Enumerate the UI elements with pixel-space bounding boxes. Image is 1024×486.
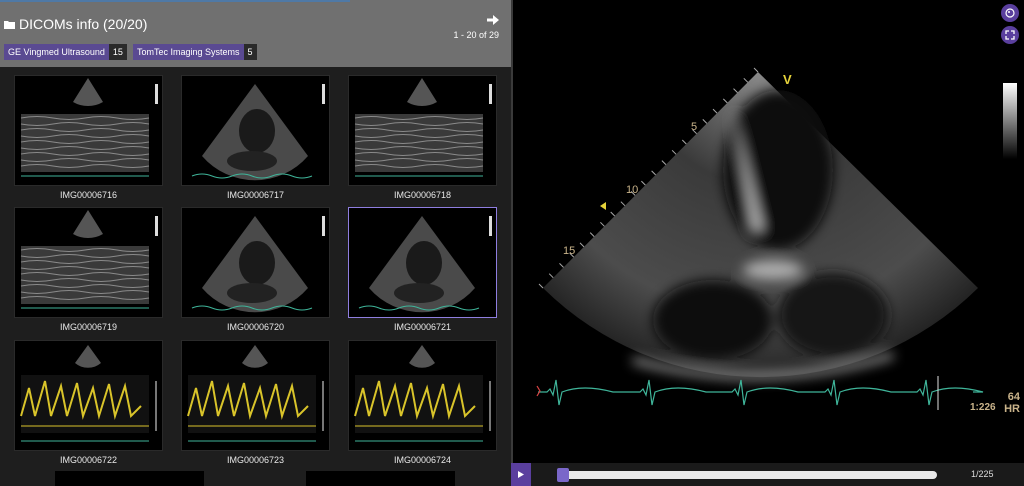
thumbnail-graphic — [20, 78, 158, 177]
page-title: DICOMs info (20/20) — [4, 16, 147, 32]
thumbnail-IMG00006723[interactable]: IMG00006723 — [181, 340, 330, 465]
filter-chip-label: GE Vingmed Ultrasound — [4, 44, 109, 60]
fullscreen-button[interactable] — [1001, 26, 1019, 44]
thumbnail-graphic — [20, 210, 158, 309]
thumbnail-image — [348, 340, 497, 451]
expand-icon — [1005, 30, 1015, 40]
thumbnail-caption: IMG00006718 — [393, 190, 452, 200]
folder-icon — [4, 20, 15, 29]
thumbnail-graphic — [354, 345, 491, 442]
thumbnail-IMG00006719[interactable]: IMG00006719 — [14, 207, 163, 332]
play-button[interactable] — [511, 463, 531, 486]
thumbnail-graphic — [354, 78, 492, 177]
playback-slider[interactable] — [561, 471, 937, 479]
thumbnail-caption: IMG00006719 — [59, 322, 118, 332]
filter-chip-tomtec[interactable]: TomTec Imaging Systems 5 — [133, 44, 257, 60]
thumbnail-caption: IMG00006716 — [59, 190, 118, 200]
thumbnail-graphic — [20, 345, 157, 442]
filter-chip-ge[interactable]: GE Vingmed Ultrasound 15 — [4, 44, 127, 60]
ecg-trace — [538, 379, 984, 406]
arrow-right-icon — [487, 15, 499, 25]
frame-counter: 1/225 — [971, 469, 994, 479]
thumbnail-image — [348, 75, 497, 186]
thumbnail-IMG00006724[interactable]: IMG00006724 — [348, 340, 497, 465]
thumbnail-image — [181, 340, 330, 451]
title-text: DICOMs info (20/20) — [19, 16, 148, 32]
thumbnail-caption: IMG00006717 — [226, 190, 285, 200]
depth-label-10: 10 — [626, 184, 638, 196]
ecg-start-marker — [536, 385, 541, 397]
thumbnail-caption: IMG00006724 — [393, 455, 452, 465]
thumbnail-image — [348, 207, 497, 318]
thumbnail-graphic — [191, 216, 325, 313]
color-palette-button[interactable] — [1001, 4, 1019, 22]
filter-chip-label: TomTec Imaging Systems — [133, 44, 244, 60]
thumbnail-IMG00006721[interactable]: IMG00006721 — [348, 207, 497, 332]
next-page-button[interactable] — [487, 12, 499, 30]
image-viewer[interactable]: V 5 10 15 — [513, 0, 1024, 463]
pagination-info: 1 - 20 of 29 — [453, 30, 499, 40]
thumbnail-partial[interactable] — [55, 471, 204, 486]
orientation-mark: V — [783, 72, 792, 87]
thumbnail-IMG00006718[interactable]: IMG00006718 — [348, 75, 497, 200]
thumbnail-image — [14, 75, 163, 186]
depth-label-5: 5 — [691, 121, 697, 133]
list-header: DICOMs info (20/20) 1 - 20 of 29 GE Ving… — [0, 0, 511, 67]
thumbnail-IMG00006716[interactable]: IMG00006716 — [14, 75, 163, 200]
focus-marker-icon — [600, 202, 606, 210]
thumbnail-image — [14, 340, 163, 451]
thumbnail-image — [181, 207, 330, 318]
frame-ratio: 1:226 — [970, 402, 996, 413]
thumbnail-IMG00006722[interactable]: IMG00006722 — [14, 340, 163, 465]
thumbnail-graphic — [191, 84, 325, 181]
thumbnail-caption: IMG00006723 — [226, 455, 285, 465]
playback-slider-handle[interactable] — [557, 468, 569, 482]
thumbnail-graphic — [187, 345, 324, 442]
filter-chip-count: 15 — [108, 44, 127, 60]
heart-rate-label: HR — [1004, 403, 1020, 415]
thumbnail-graphic — [358, 216, 492, 313]
grayscale-bar — [1003, 83, 1017, 159]
dicom-list-panel: DICOMs info (20/20) 1 - 20 of 29 GE Ving… — [0, 0, 511, 486]
thumbnail-caption: IMG00006721 — [393, 322, 452, 332]
thumbnail-image — [181, 75, 330, 186]
thumbnail-IMG00006720[interactable]: IMG00006720 — [181, 207, 330, 332]
palette-icon — [1005, 8, 1015, 18]
filter-chip-count: 5 — [243, 44, 257, 60]
depth-label-15: 15 — [563, 245, 575, 257]
thumbnail-image — [14, 207, 163, 318]
loading-bar — [0, 0, 350, 2]
thumbnail-caption: IMG00006722 — [59, 455, 118, 465]
play-icon — [518, 471, 524, 478]
thumbnail-caption: IMG00006720 — [226, 322, 285, 332]
thumbnail-partial[interactable] — [306, 471, 455, 486]
heart-rate-value: 64 — [1007, 391, 1020, 403]
playback-bar: 1/225 — [511, 463, 1024, 486]
thumbnail-IMG00006717[interactable]: IMG00006717 — [181, 75, 330, 200]
echo-image: V 5 10 15 — [536, 67, 1017, 410]
